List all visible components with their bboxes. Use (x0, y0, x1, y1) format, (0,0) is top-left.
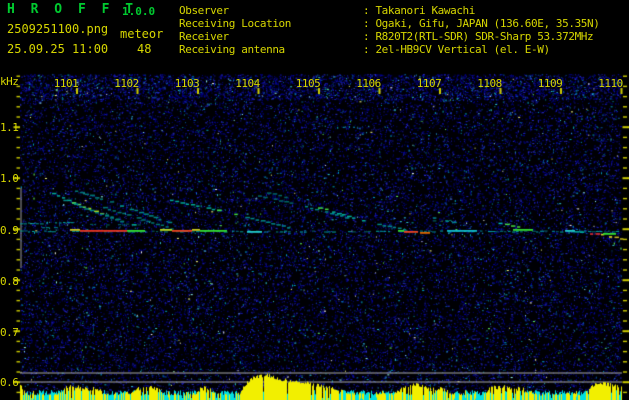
station-info-row: Observer: Takanori Kawachi (179, 4, 476, 17)
time-axis-label: 1101 (53, 77, 79, 90)
hrofft-window: H R O F F T 1.0.0 2509251100.png meteor … (0, 0, 629, 400)
time-axis-label: 1103 (174, 77, 200, 90)
freq-axis-label: 0.7 (0, 325, 19, 339)
freq-axis-label: 0.6 (0, 376, 19, 389)
time-axis-label: 1104 (235, 77, 260, 90)
datetime-label: 25.09.25 11:00 (7, 42, 109, 56)
freq-axis-label: 0.9 (0, 223, 19, 237)
time-axis-label: 1106 (356, 77, 381, 90)
time-axis-label: 1109 (537, 77, 563, 90)
output-filename: 2509251100.png (7, 22, 109, 36)
time-axis-label: 1110 (598, 77, 623, 90)
time-axis-label: 1105 (295, 77, 321, 90)
freq-axis-label: 1.1 (0, 121, 19, 134)
spectrogram-canvas (0, 0, 629, 400)
station-info-row: Receiving antenna: 2el-HB9CV Vertical (e… (179, 43, 550, 56)
freq-axis-unit: kHz (0, 75, 19, 88)
app-title: H R O F F T (7, 2, 138, 17)
freq-axis-label: 1.0 (0, 172, 19, 185)
time-axis-label: 1107 (416, 77, 442, 90)
mode-label: meteor (120, 27, 164, 41)
echo-count: 48 (137, 42, 152, 56)
app-version: 1.0.0 (122, 5, 156, 18)
freq-axis-label: 0.8 (0, 274, 19, 288)
station-info-row: Receiver: R820T2(RTL-SDR) SDR-Sharp 53.3… (179, 30, 594, 43)
time-axis-label: 1102 (114, 77, 139, 90)
time-axis-label: 1108 (477, 77, 502, 90)
station-info-row: Receiving Location: Ogaki, Gifu, JAPAN (… (179, 17, 600, 30)
